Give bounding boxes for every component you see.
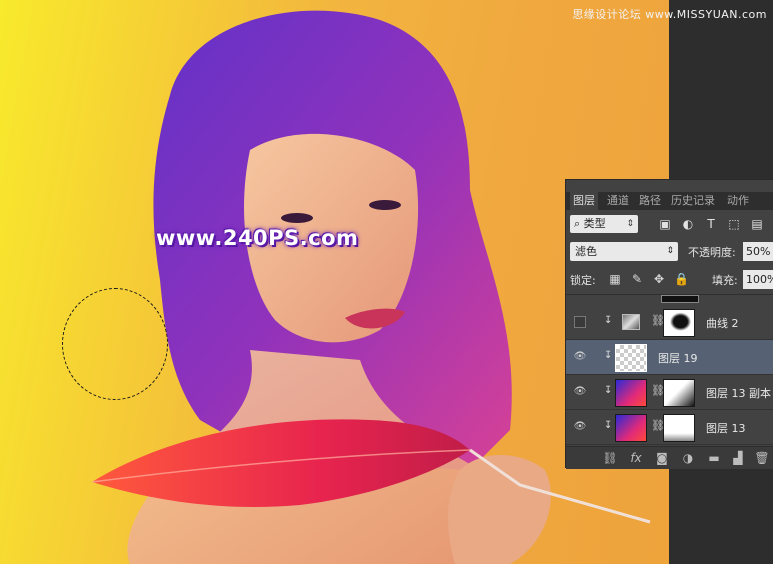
eye-icon[interactable]: 👁 — [573, 385, 587, 399]
tab-actions[interactable]: 动作 — [724, 192, 752, 210]
layer-name[interactable]: 图层 13 副本 — [706, 385, 771, 401]
adjustment-filter-icon[interactable]: ◐ — [681, 217, 695, 231]
chevron-updown-icon: ⇕ — [666, 246, 674, 256]
blend-mode-select[interactable]: 滤色 ⇕ — [570, 242, 678, 261]
layer-row-curves[interactable]: ↧ ⛓ 曲线 2 — [566, 305, 773, 340]
clipping-arrow-icon: ↧ — [604, 315, 613, 326]
layer-thumbnail[interactable] — [615, 414, 647, 442]
fx-icon[interactable]: fx — [628, 450, 644, 466]
clipping-arrow-icon: ↧ — [604, 350, 613, 361]
layer-list: ↧ ⛓ 曲线 2 👁 ↧ 图层 19 👁 ↧ ⛓ 图层 13 副本 👁 ↧ ⛓ — [566, 294, 773, 447]
image-filter-icon[interactable]: ▣ — [658, 217, 672, 231]
curves-adjustment-icon — [622, 314, 640, 330]
fill-input[interactable]: 100% — [743, 270, 773, 289]
link-layers-icon[interactable]: ⛓ — [602, 450, 618, 466]
opacity-input[interactable]: 50% — [743, 242, 773, 261]
new-layer-icon[interactable]: ▟ — [730, 450, 746, 466]
filter-kind-label: 类型 — [583, 217, 606, 230]
layer-row-selected[interactable]: 👁 ↧ 图层 19 — [566, 340, 773, 375]
visibility-toggle-off[interactable] — [574, 316, 586, 328]
layers-panel: 图层 通道 路径 历史记录 动作 ⌕ 类型 ⇕ ▣ ◐ T ⬚ ▤ 滤色 ⇕ 不… — [565, 179, 773, 469]
tab-channels[interactable]: 通道 — [604, 192, 632, 210]
layer-mask-thumbnail[interactable] — [663, 309, 695, 337]
site-watermark: www.240PS.com — [156, 226, 359, 250]
text-filter-icon[interactable]: T — [704, 217, 718, 231]
blend-row: 滤色 ⇕ 不透明度: 50% — [566, 240, 773, 264]
layer-mask-thumbnail[interactable] — [663, 414, 695, 442]
tab-history[interactable]: 历史记录 — [668, 192, 718, 210]
lock-image-icon[interactable]: ✎ — [630, 271, 644, 287]
lock-all-icon[interactable]: 🔒 — [674, 271, 689, 287]
eye-icon[interactable]: 👁 — [573, 420, 587, 434]
tab-paths[interactable]: 路径 — [636, 192, 664, 210]
eye-icon[interactable]: 👁 — [573, 350, 587, 364]
filter-kind-select[interactable]: ⌕ 类型 ⇕ — [570, 215, 638, 233]
new-adjustment-icon[interactable]: ◑ — [680, 450, 696, 466]
layer-name[interactable]: 图层 19 — [658, 350, 698, 366]
elliptical-selection-marquee[interactable] — [62, 288, 168, 400]
lock-transparent-icon[interactable]: ▦ — [608, 271, 622, 287]
layer-row[interactable]: 👁 ↧ ⛓ 图层 13 副本 — [566, 375, 773, 410]
clipping-arrow-icon: ↧ — [604, 420, 613, 431]
forum-watermark: 思缘设计论坛 www.MISSYUAN.com — [572, 8, 767, 21]
lock-position-icon[interactable]: ✥ — [652, 271, 666, 287]
delete-layer-icon[interactable]: 🗑 — [754, 450, 770, 466]
fill-label: 填充: — [712, 274, 738, 287]
layer-name[interactable]: 图层 13 — [706, 420, 746, 436]
opacity-label: 不透明度: — [688, 246, 736, 259]
new-group-icon[interactable]: ▬ — [706, 450, 722, 466]
layer-thumbnail[interactable] — [615, 344, 647, 372]
layer-thumbnail-partial — [661, 295, 699, 303]
clipping-arrow-icon: ↧ — [604, 385, 613, 396]
chevron-updown-icon: ⇕ — [626, 219, 634, 229]
layer-filter-row: ⌕ 类型 ⇕ ▣ ◐ T ⬚ ▤ — [566, 212, 773, 238]
layer-name[interactable]: 曲线 2 — [706, 315, 739, 331]
add-mask-icon[interactable]: ◙ — [654, 450, 670, 466]
layer-mask-thumbnail[interactable] — [663, 379, 695, 407]
blend-mode-value: 滤色 — [575, 245, 597, 258]
smart-object-filter-icon[interactable]: ▤ — [750, 217, 764, 231]
shape-filter-icon[interactable]: ⬚ — [727, 217, 741, 231]
lock-row: 锁定: ▦ ✎ ✥ 🔒 填充: 100% — [566, 268, 773, 292]
layer-thumbnail[interactable] — [615, 379, 647, 407]
panel-tab-bar: 图层 通道 路径 历史记录 动作 — [566, 192, 773, 210]
lock-label: 锁定: — [570, 274, 596, 287]
layers-panel-footer: ⛓ fx ◙ ◑ ▬ ▟ 🗑 — [566, 446, 773, 469]
search-icon: ⌕ — [574, 217, 584, 230]
layer-row[interactable]: 👁 ↧ ⛓ 图层 13 — [566, 410, 773, 445]
tab-layers[interactable]: 图层 — [570, 192, 598, 210]
